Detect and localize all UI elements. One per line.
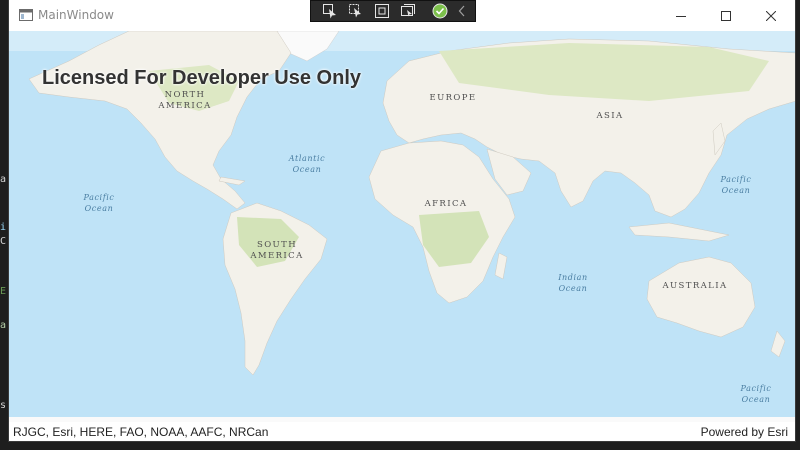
collapse-toolbar-button[interactable] bbox=[453, 1, 471, 21]
hot-reload-status-button[interactable] bbox=[427, 1, 453, 21]
app-window-icon bbox=[19, 9, 33, 21]
continent-label-north-america: NORTH AMERICA bbox=[157, 90, 213, 112]
continent-label-australia: AUSTRALIA bbox=[662, 281, 728, 291]
window-title: MainWindow bbox=[38, 8, 114, 22]
close-button[interactable] bbox=[748, 0, 794, 31]
label-line: Pacific bbox=[720, 175, 752, 184]
label-line: Ocean bbox=[84, 204, 114, 213]
ide-code-fragment: a bbox=[0, 320, 7, 331]
label-line: Atlantic bbox=[288, 154, 326, 163]
maximize-icon bbox=[721, 10, 731, 21]
map-view[interactable]: NORTH AMERICA SOUTH AMERICA EUROPE ASIA … bbox=[9, 31, 795, 422]
continent-label-europe: EUROPE bbox=[429, 93, 477, 103]
label-line: Indian bbox=[558, 273, 588, 282]
license-watermark: Licensed For Developer Use Only bbox=[42, 67, 361, 89]
ide-code-fragment: C bbox=[0, 236, 7, 247]
continent-label-asia: ASIA bbox=[596, 111, 624, 121]
continent-label-africa: AFRICA bbox=[424, 199, 468, 209]
select-element-button[interactable] bbox=[317, 1, 343, 21]
label-line: Pacific bbox=[83, 193, 115, 202]
continent-label-south-america: SOUTH AMERICA bbox=[247, 240, 307, 262]
powered-by-esri[interactable]: Powered by Esri bbox=[701, 425, 788, 439]
display-layout-adorners-icon bbox=[401, 4, 415, 17]
label-line: SOUTH bbox=[256, 240, 298, 250]
hot-reload-status-icon bbox=[432, 3, 448, 19]
label-line: Ocean bbox=[558, 284, 588, 293]
collapse-toolbar-icon bbox=[458, 5, 465, 17]
close-icon bbox=[766, 10, 776, 21]
label-line: NORTH bbox=[164, 90, 206, 100]
select-element-icon bbox=[323, 4, 336, 19]
label-line: Ocean bbox=[292, 165, 322, 174]
ide-background: a i C E a s bbox=[0, 0, 8, 450]
ide-code-fragment: E bbox=[0, 286, 7, 297]
label-line: AMERICA bbox=[158, 101, 212, 111]
ide-code-fragment: a bbox=[0, 174, 7, 185]
main-window: MainWindow NORTH AMERICA SOUTH AMERICA E… bbox=[8, 0, 796, 442]
display-layout-adorners-button[interactable] bbox=[343, 1, 369, 21]
ocean-label-indian: Indian Ocean bbox=[546, 272, 600, 294]
label-line: Ocean bbox=[741, 395, 771, 404]
ocean-label-pacific-west: Pacific Ocean bbox=[71, 192, 127, 214]
ocean-label-atlantic: Atlantic Ocean bbox=[277, 153, 337, 175]
maximize-button[interactable] bbox=[703, 0, 749, 31]
label-line: Ocean bbox=[721, 186, 751, 195]
track-focused-element-button[interactable] bbox=[369, 1, 395, 21]
ocean-label-pacific-south: Pacific Ocean bbox=[728, 383, 784, 405]
ide-code-fragment: s bbox=[0, 400, 7, 411]
xaml-debug-toolbar bbox=[310, 0, 476, 22]
minimize-icon bbox=[676, 15, 686, 17]
attribution-bar: RJGC, Esri, HERE, FAO, NOAA, AAFC, NRCan… bbox=[9, 422, 795, 441]
attribution-text[interactable]: RJGC, Esri, HERE, FAO, NOAA, AAFC, NRCan bbox=[13, 425, 268, 439]
label-line: AMERICA bbox=[250, 251, 304, 261]
ocean-label-pacific-east: Pacific Ocean bbox=[708, 174, 764, 196]
display-accessibility-button[interactable] bbox=[395, 1, 421, 21]
label-line: Pacific bbox=[740, 384, 772, 393]
track-focused-element-icon bbox=[375, 4, 389, 18]
ide-code-fragment: i bbox=[0, 222, 7, 233]
minimize-button[interactable] bbox=[658, 0, 704, 31]
display-layout-adorners-icon bbox=[349, 4, 361, 18]
